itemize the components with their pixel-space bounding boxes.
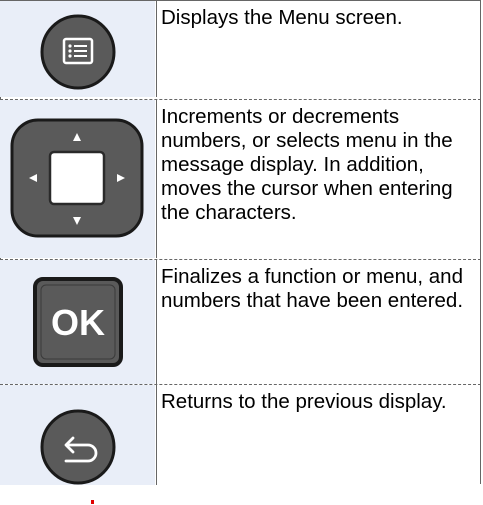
- row-description: Increments or decrements numbers, or sel…: [161, 105, 453, 224]
- arrow-keys-icon: [10, 118, 144, 238]
- ok-label: OK: [51, 302, 105, 343]
- table-row: Increments or decrements numbers, or sel…: [0, 100, 481, 258]
- column-divider: [156, 260, 157, 384]
- menu-button-icon: [40, 14, 116, 90]
- icon-cell: [0, 1, 155, 97]
- column-divider: [156, 1, 157, 97]
- icon-cell: [0, 100, 155, 258]
- table-row: OK Finalizes a function or menu, and num…: [0, 260, 481, 384]
- column-divider: [156, 385, 157, 485]
- row-description: Finalizes a function or menu, and number…: [161, 265, 464, 312]
- icon-cell: OK: [0, 260, 155, 384]
- ok-button-icon: OK: [33, 277, 123, 367]
- back-button-icon: [40, 409, 116, 485]
- icon-cell: [0, 385, 155, 485]
- column-divider: [156, 100, 157, 258]
- red-tick-mark: [91, 500, 94, 504]
- table-row: Displays the Menu screen.: [0, 1, 481, 97]
- row-description: Displays the Menu screen.: [161, 6, 403, 29]
- table-row: Returns to the previous display.: [0, 385, 481, 485]
- row-description: Returns to the previous display.: [161, 390, 447, 413]
